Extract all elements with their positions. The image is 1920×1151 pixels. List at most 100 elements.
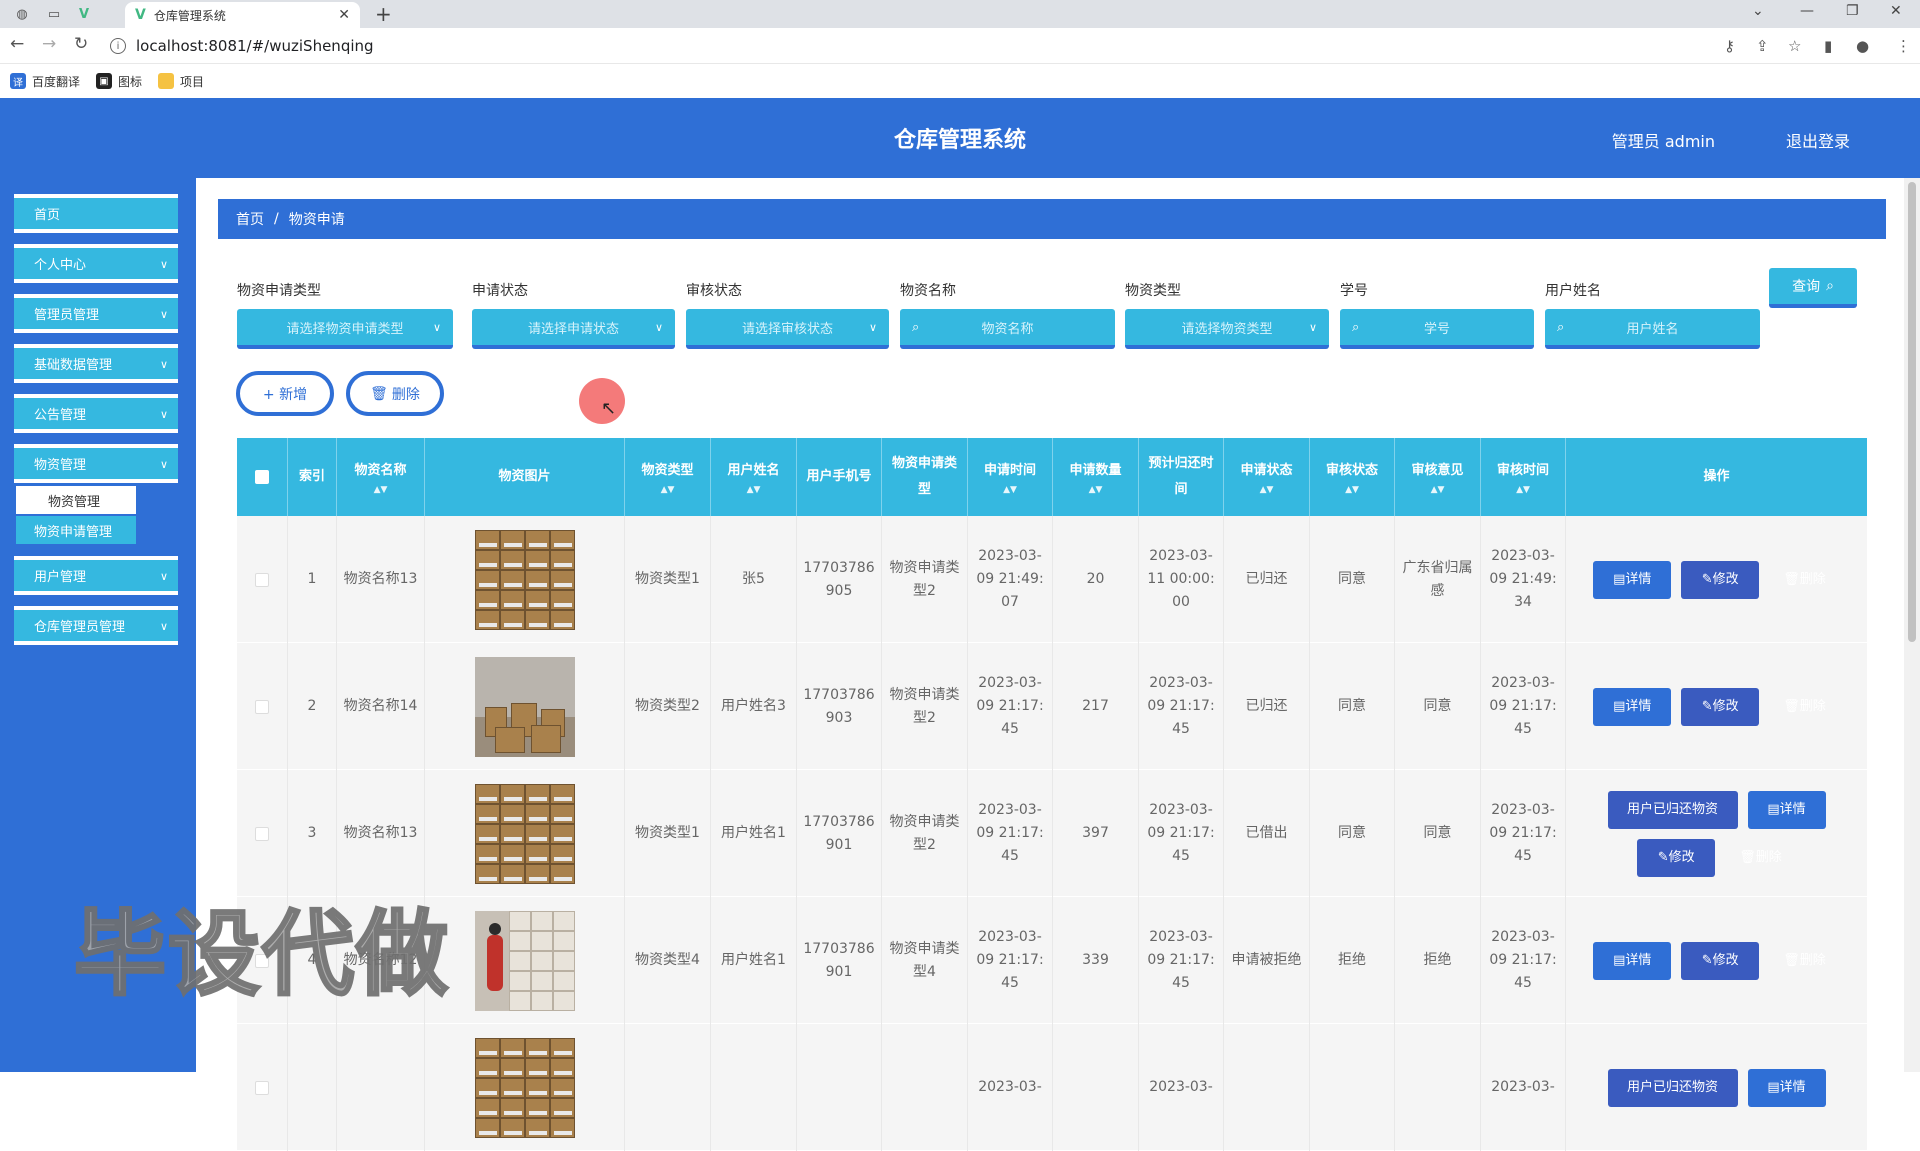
restore-icon[interactable]: ❐ (1846, 3, 1859, 19)
audit-status-select[interactable]: 请选择审核状态 ∨ (686, 309, 889, 349)
student-id-input[interactable]: ⌕ 学号 (1340, 309, 1534, 349)
header-type[interactable]: 物资类型 ▲▼ (625, 438, 711, 516)
delete-button[interactable]: 🗑 删除 (1769, 561, 1840, 599)
site-info-icon[interactable]: i (110, 38, 126, 54)
delete-button[interactable]: 🗑 删除 (1769, 942, 1840, 980)
user-name-input[interactable]: ⌕ 用户姓名 (1545, 309, 1760, 349)
bookmark-item[interactable]: 译 百度翻译 (10, 73, 80, 90)
row-checkbox[interactable] (255, 826, 269, 841)
delete-button[interactable]: 🗑 删除 (1725, 839, 1796, 877)
query-button[interactable]: 查询 ⌕ (1769, 268, 1857, 308)
detail-button[interactable]: ▤ 详情 (1747, 790, 1826, 829)
sidebar-item-warehouse-admins[interactable]: 仓库管理员管理 ∨ (14, 606, 178, 645)
reload-icon[interactable]: ↻ (74, 34, 88, 54)
table-row: 2 物资名称14 物资类型2 用户姓名3 17703786903 物资申请类型2 2023-… (237, 643, 1867, 770)
header-phone[interactable]: 用户手机号 (797, 438, 882, 516)
delete-icon: 🗑 (1783, 953, 1800, 968)
cell-phone: 17703786903 (797, 643, 882, 770)
material-thumbnail[interactable] (474, 656, 575, 757)
bookmark-item[interactable]: 项目 (158, 73, 204, 90)
material-thumbnail[interactable] (474, 1037, 575, 1138)
forward-icon[interactable]: → (42, 34, 56, 54)
header-return-time[interactable]: 预计归还时间 (1139, 438, 1224, 516)
filter-label: 用户姓名 (1545, 283, 1601, 299)
add-button[interactable]: + 新增 (236, 371, 334, 416)
cell-type: 物资类型2 (625, 643, 711, 770)
sidebar-item-notices[interactable]: 公告管理 ∨ (14, 394, 178, 433)
detail-button[interactable]: ▤ 详情 (1593, 560, 1672, 599)
header-name[interactable]: 物资名称 ▲▼ (337, 438, 425, 516)
new-tab-button[interactable]: + (375, 2, 392, 26)
edit-button[interactable]: ✎ 修改 (1681, 941, 1760, 980)
sidebar-item-admins[interactable]: 管理员管理 ∨ (14, 294, 178, 333)
button-label: 用户已归还物资 (1626, 1080, 1718, 1095)
header-user[interactable]: 用户姓名 ▲▼ (711, 438, 797, 516)
sidebar-item-materials[interactable]: 物资管理 ∨ (14, 444, 178, 483)
select-all-checkbox[interactable] (255, 470, 269, 484)
apply-type-select[interactable]: 请选择物资申请类型 ∨ (237, 309, 453, 349)
cell-phone: 17703786901 (797, 770, 882, 897)
material-name-input[interactable]: ⌕ 物资名称 (900, 309, 1115, 349)
submenu-material-requests[interactable]: 物资申请管理 (16, 516, 136, 544)
vue-tab-icon[interactable]: V (74, 4, 94, 24)
cell-user: 用户姓名1 (711, 897, 797, 1024)
material-thumbnail[interactable] (474, 783, 575, 884)
star-icon[interactable]: ☆ (1788, 37, 1801, 55)
header-audit-time[interactable]: 审核时间 ▲▼ (1481, 438, 1566, 516)
batch-delete-button[interactable]: 🗑 删除 (346, 371, 444, 416)
return-material-button[interactable]: 用户已归还物资 (1607, 1068, 1738, 1107)
apply-status-select[interactable]: 请选择申请状态 ∨ (472, 309, 675, 349)
logout-link[interactable]: 退出登录 (1786, 128, 1850, 152)
material-type-select[interactable]: 请选择物资类型 ∨ (1125, 309, 1329, 349)
filter-label: 学号 (1340, 283, 1368, 299)
cell-audit-time: 2023-03-09 21:17:45 (1481, 770, 1566, 897)
minimize-icon[interactable]: — (1800, 3, 1814, 19)
header-audit-status[interactable]: 审核状态 ▲▼ (1310, 438, 1395, 516)
key-icon[interactable]: ⚷ (1724, 37, 1735, 55)
blank-tab-icon[interactable]: ▭ (44, 4, 64, 24)
detail-button[interactable]: ▤ 详情 (1593, 687, 1672, 726)
return-material-button[interactable]: 用户已归还物资 (1607, 790, 1738, 829)
row-checkbox[interactable] (255, 572, 269, 587)
material-thumbnail[interactable] (474, 910, 575, 1011)
menu-icon[interactable]: ⋮ (1896, 37, 1911, 55)
back-icon[interactable]: ← (10, 34, 24, 54)
row-checkbox[interactable] (255, 1080, 269, 1095)
sidebar-item-basedata[interactable]: 基础数据管理 ∨ (14, 344, 178, 383)
close-tab-icon[interactable]: ✕ (338, 7, 350, 23)
url-field[interactable]: i localhost:8081/#/wuziShenqing (110, 32, 1750, 60)
header-qty[interactable]: 申请数量 ▲▼ (1053, 438, 1139, 516)
header-apply-status[interactable]: 申请状态 ▲▼ (1224, 438, 1310, 516)
scrollbar-thumb[interactable] (1908, 182, 1916, 642)
detail-button[interactable]: ▤ 详情 (1593, 941, 1672, 980)
select-all-header[interactable] (237, 438, 288, 516)
edit-button[interactable]: ✎ 修改 (1681, 687, 1760, 726)
header-audit-opinion[interactable]: 审核意见 ▲▼ (1395, 438, 1481, 516)
share-icon[interactable]: ⇪ (1756, 37, 1769, 55)
admin-label: 管理员 admin (1611, 132, 1715, 151)
tab-search-icon[interactable]: ⌄ (1752, 3, 1764, 19)
breadcrumb-home[interactable]: 首页 (236, 209, 264, 229)
sidebar-item-home[interactable]: 首页 (14, 194, 178, 233)
cell-audit-status: 同意 (1310, 643, 1395, 770)
material-thumbnail[interactable] (474, 529, 575, 630)
search-icon: ⌕ (1557, 319, 1565, 335)
profile-icon[interactable]: ● (1856, 37, 1869, 55)
bookmark-item[interactable]: ▣ 图标 (96, 73, 142, 90)
active-tab[interactable]: V 仓库管理系统 ✕ (125, 2, 360, 28)
close-window-icon[interactable]: ✕ (1890, 3, 1902, 19)
detail-button[interactable]: ▤ 详情 (1747, 1068, 1826, 1107)
submenu-materials[interactable]: 物资管理 (16, 486, 136, 514)
sidebar-item-users[interactable]: 用户管理 ∨ (14, 556, 178, 595)
globe-icon[interactable]: ◍ (12, 4, 32, 24)
delete-icon: 🗑 (1783, 572, 1800, 587)
row-checkbox[interactable] (255, 699, 269, 714)
edit-button[interactable]: ✎ 修改 (1681, 560, 1760, 599)
edit-button[interactable]: ✎ 修改 (1637, 838, 1716, 877)
header-apply-type[interactable]: 物资申请类型 (882, 438, 968, 516)
sidepanel-icon[interactable]: ▮ (1824, 37, 1832, 55)
delete-button[interactable]: 🗑 删除 (1769, 688, 1840, 726)
sidebar-item-personal[interactable]: 个人中心 ∨ (14, 244, 178, 283)
header-apply-time[interactable]: 申请时间 ▲▼ (968, 438, 1053, 516)
header-image[interactable]: 物资图片 (425, 438, 625, 516)
